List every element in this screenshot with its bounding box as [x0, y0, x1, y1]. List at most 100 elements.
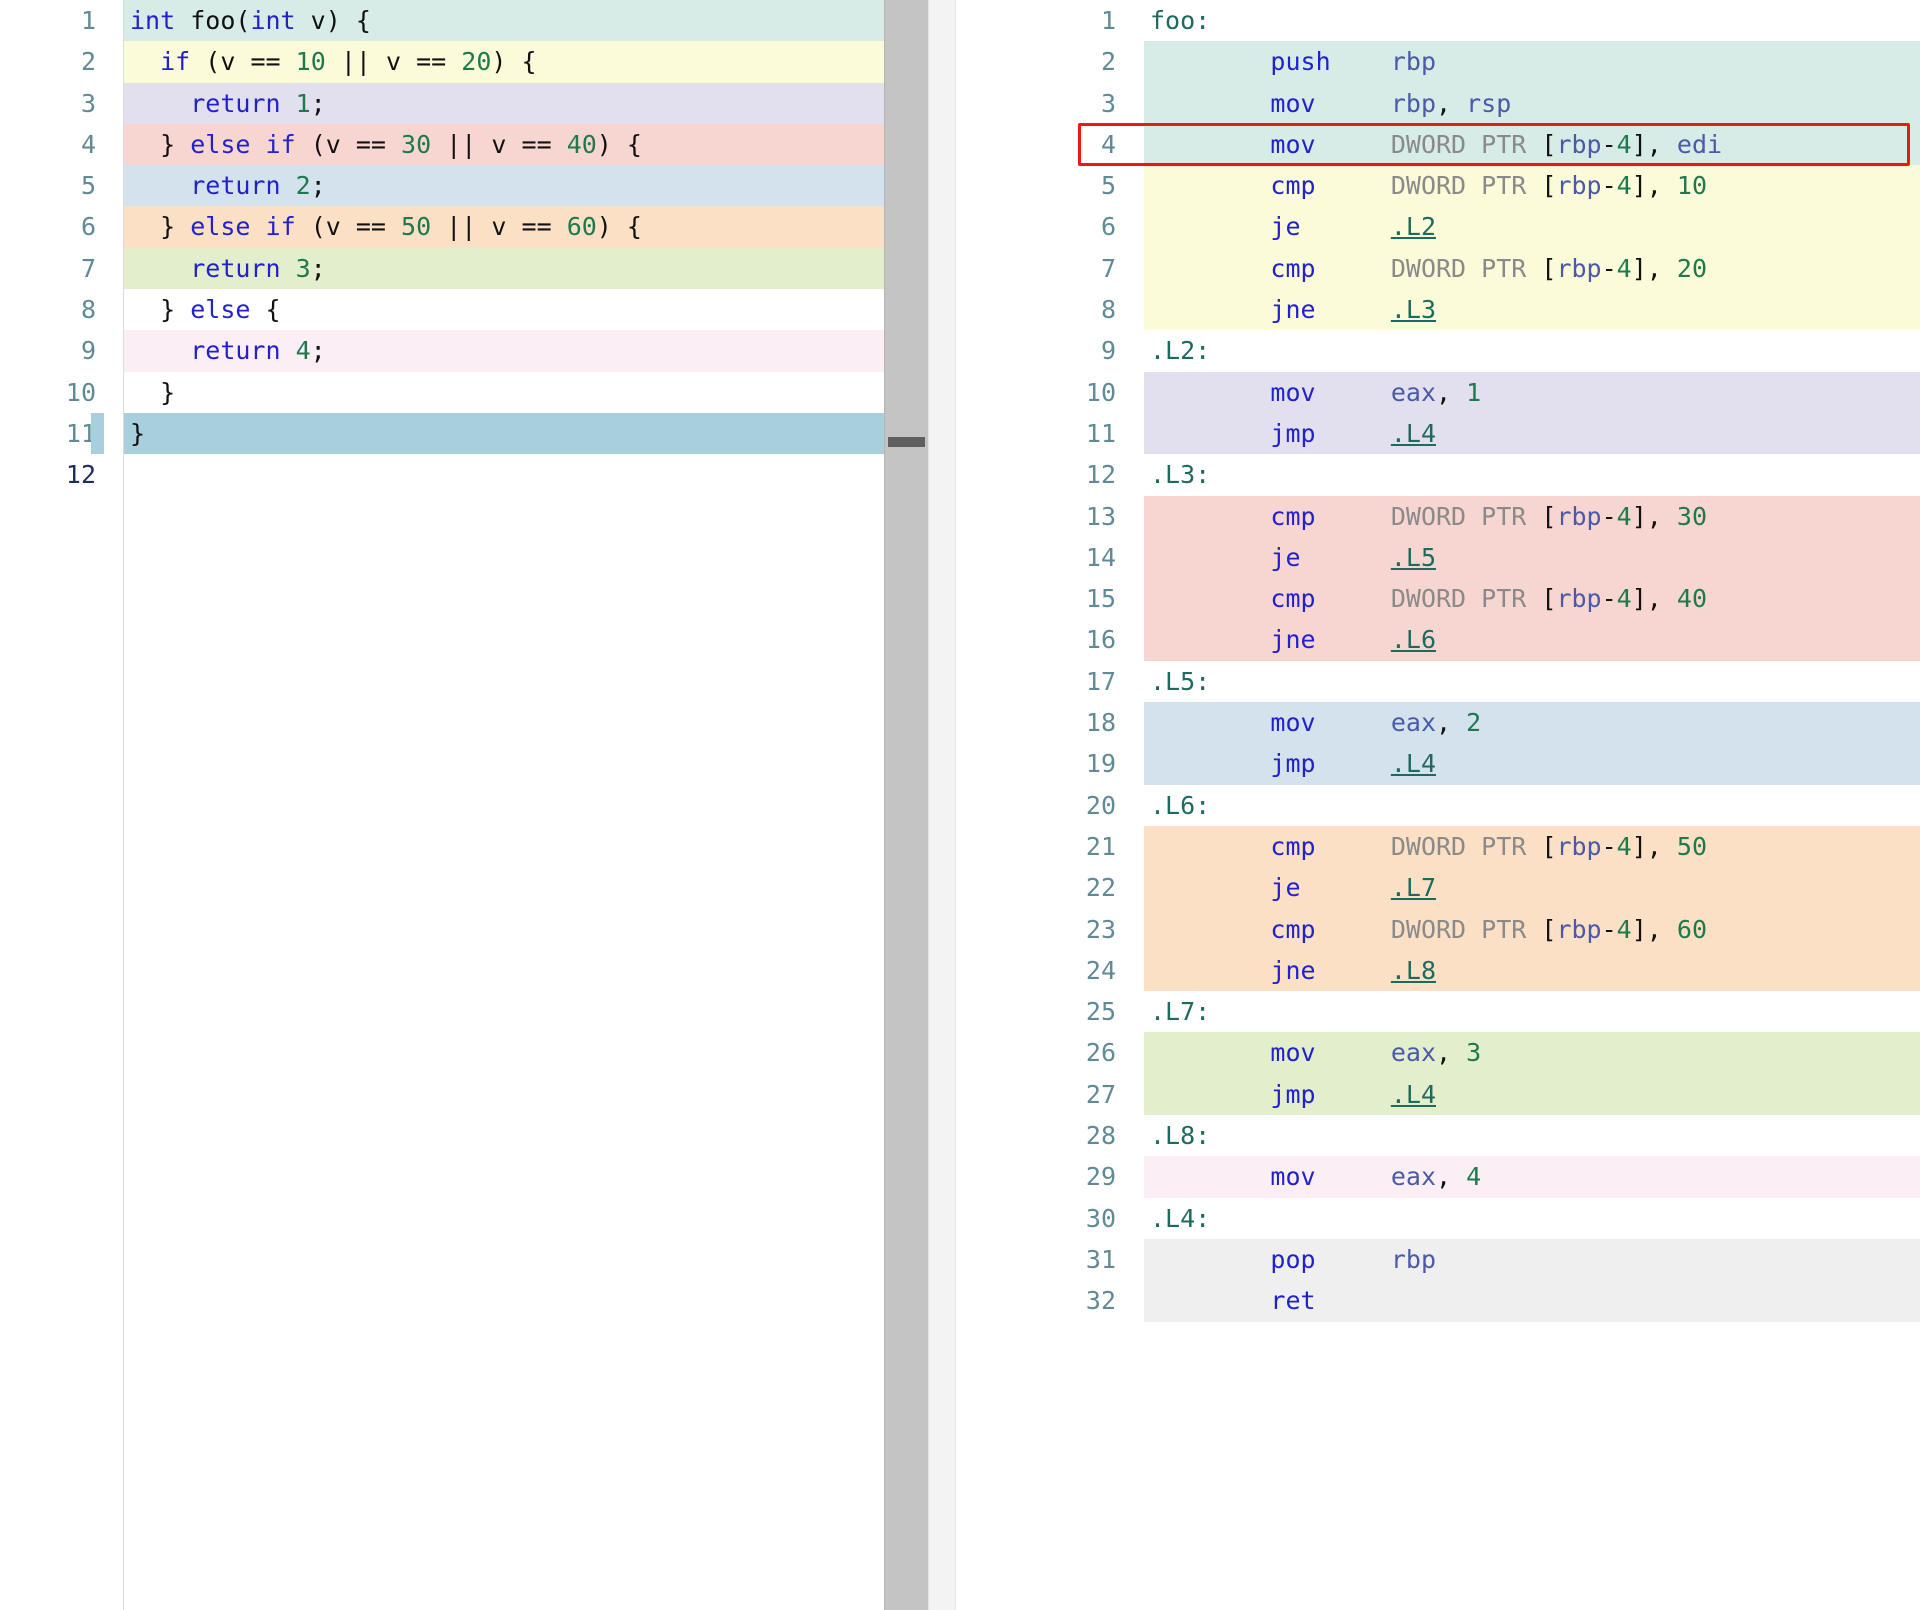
source-editor-pane[interactable]: 1 int foo(int v) {2 if (v == 10 || v == 2… — [0, 0, 884, 1610]
assembly-line[interactable]: 9 .L2: — [956, 330, 1920, 372]
pane-splitter[interactable] — [928, 0, 956, 1610]
assembly-code-lines[interactable]: 1 foo: 2 push rbp 3 mov rbp, rsp 4 mov DWORD… — [956, 0, 1920, 1322]
assembly-line[interactable]: 25 .L7: — [956, 991, 1920, 1033]
source-line[interactable]: 10 } — [0, 371, 884, 413]
assembly-line-text: jne .L8 — [1270, 955, 1436, 985]
assembly-line-body[interactable]: pop rbp — [1144, 1238, 1920, 1281]
source-line[interactable]: 9 return 4; — [0, 330, 884, 372]
assembly-line-body[interactable]: mov eax, 2 — [1144, 702, 1920, 744]
source-line-body[interactable]: return 2; — [124, 165, 884, 207]
assembly-line-body[interactable]: mov eax, 3 — [1144, 1032, 1920, 1074]
assembly-line-text: foo: — [1150, 6, 1211, 35]
source-line[interactable]: 2 if (v == 10 || v == 20) { — [0, 41, 884, 83]
assembly-line[interactable]: 15 cmp DWORD PTR [rbp-4], 40 — [956, 578, 1920, 620]
assembly-line[interactable]: 2 push rbp — [956, 41, 1920, 83]
assembly-line[interactable]: 5 cmp DWORD PTR [rbp-4], 10 — [956, 165, 1920, 207]
source-line-body[interactable]: } — [124, 412, 884, 455]
assembly-line-body[interactable]: cmp DWORD PTR [rbp-4], 40 — [1144, 578, 1920, 620]
assembly-line-body[interactable]: push rbp — [1144, 41, 1920, 83]
assembly-line[interactable]: 31 pop rbp — [956, 1238, 1920, 1281]
assembly-output-pane[interactable]: 1 foo: 2 push rbp 3 mov rbp, rsp 4 mov DWORD… — [956, 0, 1920, 1610]
source-line[interactable]: 4 } else if (v == 30 || v == 40) { — [0, 123, 884, 166]
assembly-line-body[interactable]: .L4: — [1144, 1198, 1920, 1239]
assembly-line-body[interactable]: mov eax, 4 — [1144, 1156, 1920, 1198]
source-line-body[interactable]: } else { — [124, 289, 884, 330]
assembly-line-body[interactable]: cmp DWORD PTR [rbp-4], 50 — [1144, 825, 1920, 868]
assembly-line[interactable]: 27 jmp .L4 — [956, 1073, 1920, 1116]
assembly-line-body[interactable]: .L2: — [1144, 330, 1920, 371]
source-line-body[interactable]: } else if (v == 30 || v == 40) { — [124, 123, 884, 166]
assembly-line-body[interactable]: .L8: — [1144, 1115, 1920, 1156]
source-line[interactable]: 12 — [0, 454, 884, 496]
assembly-line[interactable]: 10 mov eax, 1 — [956, 371, 1920, 413]
source-line-body[interactable]: return 4; — [124, 330, 884, 372]
assembly-line[interactable]: 8 jne .L3 — [956, 289, 1920, 331]
source-line[interactable]: 6 } else if (v == 50 || v == 60) { — [0, 206, 884, 248]
assembly-line-body[interactable]: mov DWORD PTR [rbp-4], edi — [1144, 123, 1920, 166]
assembly-line-number: 31 — [956, 1238, 1116, 1281]
source-line-body[interactable]: if (v == 10 || v == 20) { — [124, 41, 884, 83]
source-line-body[interactable]: } — [124, 372, 884, 413]
assembly-line[interactable]: 1 foo: — [956, 0, 1920, 42]
assembly-line[interactable]: 22 je .L7 — [956, 867, 1920, 909]
assembly-line-body[interactable]: foo: — [1144, 0, 1920, 41]
source-line-body[interactable]: return 3; — [124, 247, 884, 290]
assembly-line-body[interactable]: jmp .L4 — [1144, 743, 1920, 785]
source-line-body[interactable]: return 1; — [124, 82, 884, 124]
assembly-line[interactable]: 14 je .L5 — [956, 536, 1920, 579]
assembly-line[interactable]: 29 mov eax, 4 — [956, 1156, 1920, 1198]
assembly-line-body[interactable]: .L7: — [1144, 991, 1920, 1032]
assembly-line[interactable]: 7 cmp DWORD PTR [rbp-4], 20 — [956, 247, 1920, 290]
assembly-line-body[interactable]: .L3: — [1144, 454, 1920, 495]
assembly-line-number: 17 — [956, 660, 1116, 703]
source-line[interactable]: 11} — [0, 412, 884, 455]
assembly-line-body[interactable]: cmp DWORD PTR [rbp-4], 60 — [1144, 908, 1920, 950]
assembly-line-body[interactable]: mov rbp, rsp — [1144, 82, 1920, 124]
assembly-line[interactable]: 20 .L6: — [956, 784, 1920, 826]
assembly-line[interactable]: 4 mov DWORD PTR [rbp-4], edi — [956, 123, 1920, 166]
assembly-line[interactable]: 3 mov rbp, rsp — [956, 82, 1920, 124]
assembly-line-body[interactable]: je .L5 — [1144, 536, 1920, 579]
assembly-line-body[interactable]: jne .L3 — [1144, 289, 1920, 331]
assembly-line[interactable]: 32 ret — [956, 1280, 1920, 1322]
source-line-number: 10 — [0, 371, 96, 413]
assembly-line-body[interactable]: .L5: — [1144, 661, 1920, 702]
assembly-line[interactable]: 30 .L4: — [956, 1197, 1920, 1239]
assembly-line-body[interactable]: mov eax, 1 — [1144, 371, 1920, 413]
assembly-line[interactable]: 12 .L3: — [956, 454, 1920, 496]
assembly-line-body[interactable]: jmp .L4 — [1144, 412, 1920, 455]
source-line[interactable]: 8 } else { — [0, 289, 884, 331]
source-line[interactable]: 7 return 3; — [0, 247, 884, 290]
assembly-line[interactable]: 18 mov eax, 2 — [956, 702, 1920, 744]
assembly-line[interactable]: 16 jne .L6 — [956, 619, 1920, 661]
assembly-line-body[interactable]: jmp .L4 — [1144, 1073, 1920, 1116]
assembly-line-body[interactable]: je .L2 — [1144, 206, 1920, 248]
vertical-scrollbar[interactable] — [884, 0, 928, 1610]
assembly-line-body[interactable]: jne .L6 — [1144, 619, 1920, 661]
assembly-line-body[interactable]: cmp DWORD PTR [rbp-4], 20 — [1144, 247, 1920, 290]
assembly-line[interactable]: 23 cmp DWORD PTR [rbp-4], 60 — [956, 908, 1920, 950]
assembly-line[interactable]: 28 .L8: — [956, 1115, 1920, 1157]
assembly-line[interactable]: 19 jmp .L4 — [956, 743, 1920, 785]
source-line-body[interactable] — [124, 454, 884, 495]
assembly-line-body[interactable]: je .L7 — [1144, 867, 1920, 909]
source-line-body[interactable]: } else if (v == 50 || v == 60) { — [124, 206, 884, 248]
assembly-line-body[interactable]: cmp DWORD PTR [rbp-4], 30 — [1144, 495, 1920, 537]
source-line[interactable]: 3 return 1; — [0, 82, 884, 124]
assembly-line[interactable]: 24 jne .L8 — [956, 949, 1920, 992]
assembly-line[interactable]: 11 jmp .L4 — [956, 412, 1920, 455]
assembly-line-body[interactable]: jne .L8 — [1144, 949, 1920, 992]
assembly-line[interactable]: 6 je .L2 — [956, 206, 1920, 248]
assembly-line[interactable]: 17 .L5: — [956, 660, 1920, 703]
assembly-line-body[interactable]: ret — [1144, 1280, 1920, 1322]
assembly-line-body[interactable]: cmp DWORD PTR [rbp-4], 10 — [1144, 165, 1920, 207]
source-line-body[interactable]: int foo(int v) { — [124, 0, 884, 42]
scrollbar-handle[interactable] — [888, 437, 925, 447]
assembly-line-body[interactable]: .L6: — [1144, 785, 1920, 826]
source-code-lines[interactable]: 1 int foo(int v) {2 if (v == 10 || v == 2… — [0, 0, 884, 496]
assembly-line[interactable]: 21 cmp DWORD PTR [rbp-4], 50 — [956, 825, 1920, 868]
source-line[interactable]: 5 return 2; — [0, 165, 884, 207]
assembly-line[interactable]: 13 cmp DWORD PTR [rbp-4], 30 — [956, 495, 1920, 537]
assembly-line[interactable]: 26 mov eax, 3 — [956, 1032, 1920, 1074]
source-line[interactable]: 1 int foo(int v) { — [0, 0, 884, 42]
